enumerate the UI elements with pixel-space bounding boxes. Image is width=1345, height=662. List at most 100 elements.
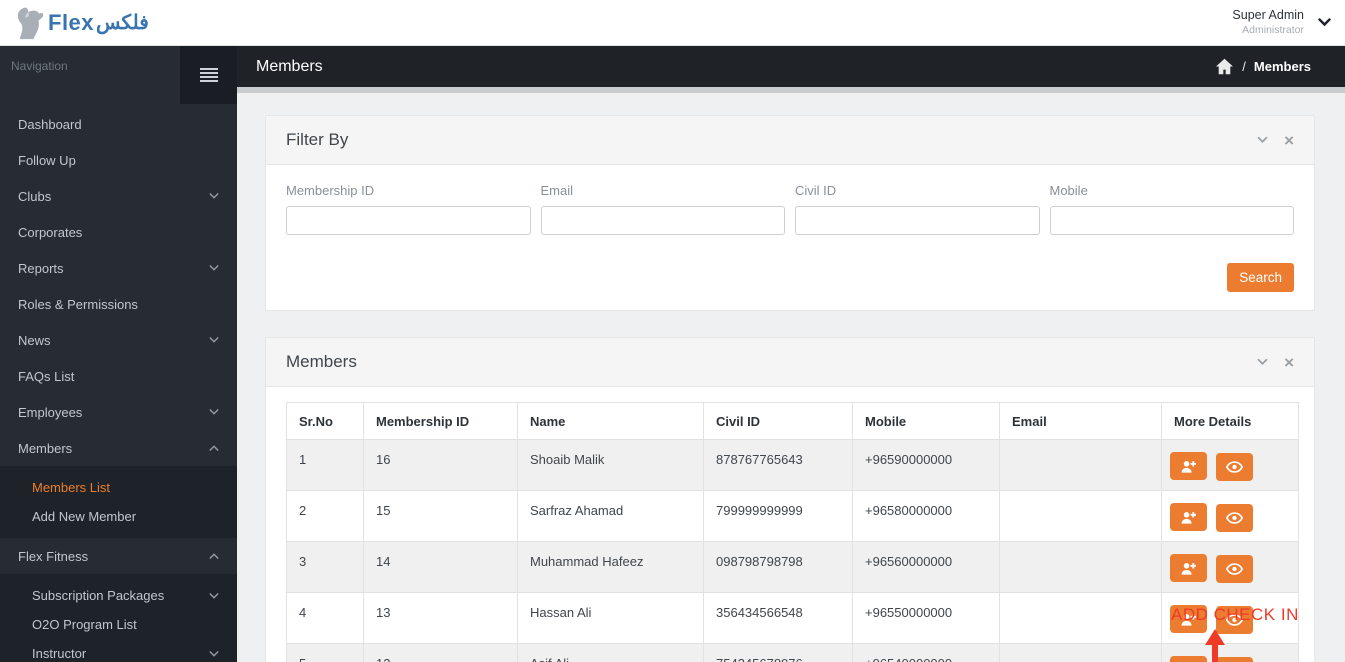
- cell-email: [999, 439, 1162, 491]
- cell-civil-id: 356434566548: [703, 592, 853, 644]
- table-row: 5 12 Asif Ali 754345678976 +96540000000: [286, 643, 1299, 662]
- cell-civil-id: 754345678976: [703, 643, 853, 662]
- table-row: 1 16 Shoaib Malik 878767765643 +96590000…: [286, 439, 1299, 491]
- cell-email: [999, 490, 1162, 542]
- collapse-panel-icon[interactable]: [1257, 136, 1268, 144]
- column-header-civil-id: Civil ID: [703, 402, 853, 440]
- user-menu[interactable]: Super Admin Administrator: [1232, 8, 1345, 37]
- user-role: Administrator: [1242, 23, 1304, 36]
- view-member-button[interactable]: [1215, 503, 1253, 532]
- table-header-row: Sr.No Membership ID Name Civil ID Mobile Emai…: [286, 402, 1299, 440]
- cell-more-details: [1161, 490, 1299, 542]
- filter-field: Email: [540, 183, 785, 235]
- chevron-down-icon[interactable]: [1318, 14, 1331, 32]
- filter-panel-header: Filter By ×: [266, 116, 1314, 165]
- view-member-button[interactable]: [1215, 656, 1253, 662]
- cell-civil-id: 098798798798: [703, 541, 853, 593]
- person-add-icon: [1181, 460, 1196, 473]
- cell-mobile: +96540000000: [852, 643, 1000, 662]
- logo-text-arabic: فلكس: [96, 12, 149, 34]
- add-check-in-button[interactable]: [1170, 554, 1207, 582]
- filter-panel: Filter By × Membership ID Email Civil ID…: [265, 115, 1315, 311]
- sidebar-item-o2o-program-list[interactable]: O2O Program List: [0, 610, 237, 639]
- add-check-in-button[interactable]: [1170, 605, 1207, 633]
- members-panel-title: Members: [286, 352, 357, 371]
- tab-members[interactable]: Members: [237, 46, 335, 93]
- sidebar-item-news[interactable]: News: [0, 322, 237, 358]
- chevron-up-icon: [209, 552, 219, 560]
- add-check-in-button[interactable]: [1170, 656, 1207, 662]
- sidebar-item-corporates[interactable]: Corporates: [0, 214, 237, 250]
- table-row: 2 15 Sarfraz Ahamad 799999999999 +965800…: [286, 490, 1299, 542]
- horse-logo-icon: [12, 5, 46, 41]
- main-content: Filter By × Membership ID Email Civil ID…: [237, 93, 1345, 662]
- sidebar-item-roles-permissions[interactable]: Roles & Permissions: [0, 286, 237, 322]
- sidebar-item-add-new-member[interactable]: Add New Member: [0, 502, 237, 531]
- eye-icon: [1225, 562, 1243, 575]
- sidebar-item-label: Follow Up: [18, 152, 76, 168]
- search-button[interactable]: Search: [1227, 263, 1294, 292]
- sidebar-item-label: Employees: [18, 404, 83, 420]
- person-add-icon: [1181, 613, 1196, 626]
- cell-membership-id: 13: [363, 592, 518, 644]
- sidebar-item-label: Corporates: [18, 224, 83, 240]
- sidebar-item-employees[interactable]: Employees: [0, 394, 237, 430]
- sidebar-item-faqs-list[interactable]: FAQs List: [0, 358, 237, 394]
- filter-input-civil-id[interactable]: [795, 206, 1040, 235]
- sidebar-item-reports[interactable]: Reports: [0, 250, 237, 286]
- cell-sr-no: 4: [286, 592, 364, 644]
- close-panel-icon[interactable]: ×: [1284, 354, 1294, 371]
- sidebar-navigation-label: Navigation: [11, 59, 68, 73]
- filter-field-label: Mobile: [1049, 183, 1088, 198]
- chevron-down-icon: [209, 650, 219, 658]
- table-row: 4 13 Hassan Ali 356434566548 +9655000000…: [286, 592, 1299, 644]
- sidebar-item-label: O2O Program List: [32, 617, 137, 632]
- cell-more-details: [1161, 439, 1299, 491]
- chevron-down-icon: [209, 192, 219, 200]
- add-check-in-button[interactable]: [1170, 503, 1207, 531]
- filter-field-label: Email: [540, 183, 574, 198]
- sidebar-head: Navigation: [0, 46, 237, 104]
- sidebar-item-dashboard[interactable]: Dashboard: [0, 106, 237, 142]
- sidebar-item-follow-up[interactable]: Follow Up: [0, 142, 237, 178]
- page-title-bar: Members / Members: [237, 46, 1345, 93]
- filter-input-email[interactable]: [540, 206, 785, 235]
- cell-name: Shoaib Malik: [517, 439, 704, 491]
- cell-more-details: [1161, 541, 1299, 593]
- sidebar-item-label: Clubs: [18, 188, 52, 204]
- sidebar-item-flex-fitness[interactable]: Flex Fitness: [0, 538, 237, 574]
- cell-mobile: +96550000000: [852, 592, 1000, 644]
- breadcrumb: / Members: [1215, 58, 1345, 75]
- filter-input-mobile[interactable]: [1049, 206, 1294, 235]
- sidebar-item-label: Add New Member: [32, 509, 137, 524]
- members-panel: Members × Sr.No Membership ID Name Civil ID…: [265, 337, 1315, 662]
- collapse-panel-icon[interactable]: [1257, 358, 1268, 366]
- filter-field-label: Membership ID: [286, 183, 375, 198]
- members-panel-header: Members ×: [266, 338, 1314, 387]
- add-check-in-button[interactable]: [1170, 452, 1207, 480]
- sidebar-item-members-list[interactable]: Members List: [0, 473, 237, 502]
- chevron-down-icon: [209, 264, 219, 272]
- sidebar-item-clubs[interactable]: Clubs: [0, 178, 237, 214]
- column-header-more-details: More Details: [1161, 402, 1299, 440]
- sidebar-item-members[interactable]: Members: [0, 430, 237, 466]
- sidebar-item-subscription-packages[interactable]: Subscription Packages: [0, 581, 237, 610]
- column-header-membership-id: Membership ID: [363, 402, 518, 440]
- sidebar-submenu: Subscription Packages O2O Program List I…: [0, 574, 237, 662]
- sidebar-item-label: Members List: [32, 480, 111, 495]
- column-header-mobile: Mobile: [852, 402, 1000, 440]
- cell-membership-id: 14: [363, 541, 518, 593]
- view-member-button[interactable]: [1215, 452, 1253, 481]
- sidebar-toggle-button[interactable]: [180, 46, 237, 104]
- view-member-button[interactable]: [1215, 554, 1253, 583]
- cell-sr-no: 3: [286, 541, 364, 593]
- filter-input-membership-id[interactable]: [286, 206, 531, 235]
- sidebar-item-label: Dashboard: [18, 116, 82, 132]
- view-member-button[interactable]: [1215, 605, 1253, 634]
- cell-mobile: +96590000000: [852, 439, 1000, 491]
- sidebar-item-label: FAQs List: [18, 368, 75, 384]
- table-row: 3 14 Muhammad Hafeez 098798798798 +96560…: [286, 541, 1299, 593]
- close-panel-icon[interactable]: ×: [1284, 132, 1294, 149]
- sidebar-item-instructor[interactable]: Instructor: [0, 639, 237, 662]
- home-icon[interactable]: [1215, 58, 1234, 75]
